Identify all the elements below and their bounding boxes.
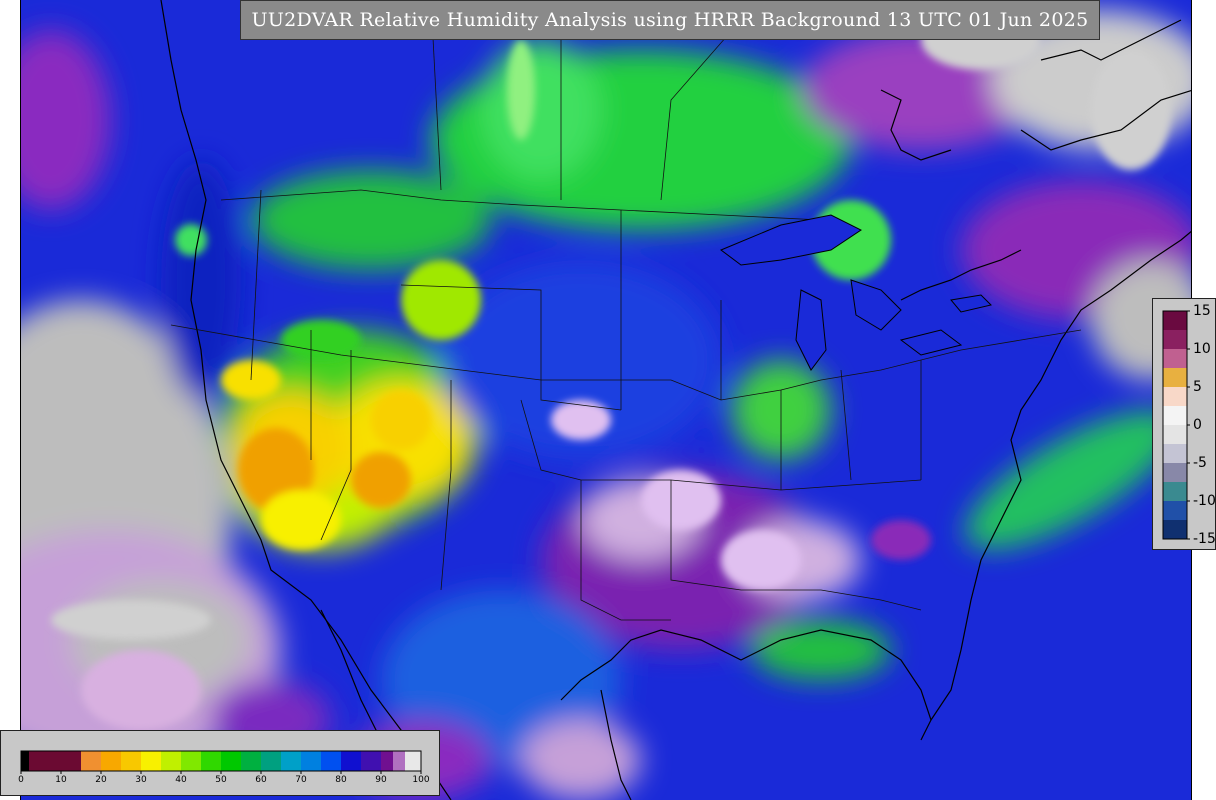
- rh-colorbar-tick-label: 70: [295, 775, 307, 785]
- rh-colorbar-segment: [341, 751, 362, 771]
- rh-colorbar-segment: [161, 751, 182, 771]
- map-title: UU2DVAR Relative Humidity Analysis using…: [240, 0, 1100, 40]
- rh-analysis-map: [20, 0, 1192, 800]
- rh-colorbar-segment: [81, 751, 102, 771]
- map-graphic: [21, 0, 1191, 800]
- rh-colorbar-segment: [321, 751, 342, 771]
- rh-colorbar-segment: [241, 751, 262, 771]
- difference-colorbar-segment: [1163, 520, 1187, 540]
- rh-colorbar-segment: [141, 751, 162, 771]
- difference-colorbar-segment: [1163, 311, 1187, 331]
- rh-colorbar-segment: [201, 751, 222, 771]
- rh-colorbar-segment: [405, 751, 422, 771]
- rh-colorbar-segment: [101, 751, 122, 771]
- rh-colorbar-segment: [121, 751, 142, 771]
- rh-colorbar-tick-label: 90: [375, 775, 387, 785]
- difference-colorbar-tick-label: 10: [1193, 341, 1211, 357]
- difference-colorbar: 15 10 5 0 -5 -10 -15: [1152, 298, 1216, 550]
- rh-colorbar-segment: [361, 751, 382, 771]
- difference-colorbar-tick-label: -15: [1193, 531, 1216, 547]
- difference-colorbar-tick-label: -10: [1193, 493, 1216, 509]
- rh-colorbar-segment: [221, 751, 242, 771]
- difference-colorbar-tick-label: 15: [1193, 303, 1211, 319]
- rh-colorbar-segment: [381, 751, 394, 771]
- difference-colorbar-segment: [1163, 482, 1187, 502]
- rh-colorbar-tick-label: 60: [255, 775, 267, 785]
- rh-colorbar-segment: [261, 751, 282, 771]
- difference-colorbar-segment: [1163, 349, 1187, 369]
- difference-colorbar-segment: [1163, 444, 1187, 464]
- difference-colorbar-graphic: [1162, 310, 1190, 540]
- difference-colorbar-segment: [1163, 387, 1187, 407]
- difference-colorbar-segment: [1163, 501, 1187, 521]
- difference-colorbar-tick-label: 0: [1193, 417, 1202, 433]
- difference-colorbar-segment: [1163, 463, 1187, 483]
- rh-colorbar-segment: [29, 751, 82, 771]
- rh-colorbar-graphic: [20, 750, 422, 774]
- rh-colorbar-segment: [393, 751, 406, 771]
- rh-colorbar-tick-label: 100: [412, 775, 430, 785]
- difference-colorbar-segment: [1163, 406, 1187, 426]
- difference-colorbar-tick-label: -5: [1193, 455, 1207, 471]
- difference-colorbar-segment: [1163, 368, 1187, 388]
- rh-colorbar-tick-label: 50: [215, 775, 227, 785]
- rh-colorbar-segment: [281, 751, 302, 771]
- rh-colorbar-tick-label: 0: [18, 775, 24, 785]
- difference-colorbar-tick-label: 5: [1193, 379, 1202, 395]
- rh-colorbar-tick-label: 80: [335, 775, 347, 785]
- difference-colorbar-segment: [1163, 425, 1187, 445]
- rh-colorbar-tick-label: 20: [95, 775, 107, 785]
- rh-colorbar-segment: [301, 751, 322, 771]
- rh-colorbar-tick-label: 30: [135, 775, 147, 785]
- rh-colorbar-segment: [181, 751, 202, 771]
- rh-colorbar: 0 10 20 30 40 50 60 70 80 90 100: [0, 730, 440, 796]
- difference-colorbar-segment: [1163, 330, 1187, 350]
- rh-colorbar-tick-label: 10: [55, 775, 67, 785]
- rh-colorbar-tick-label: 40: [175, 775, 187, 785]
- rh-colorbar-segment: [21, 751, 30, 771]
